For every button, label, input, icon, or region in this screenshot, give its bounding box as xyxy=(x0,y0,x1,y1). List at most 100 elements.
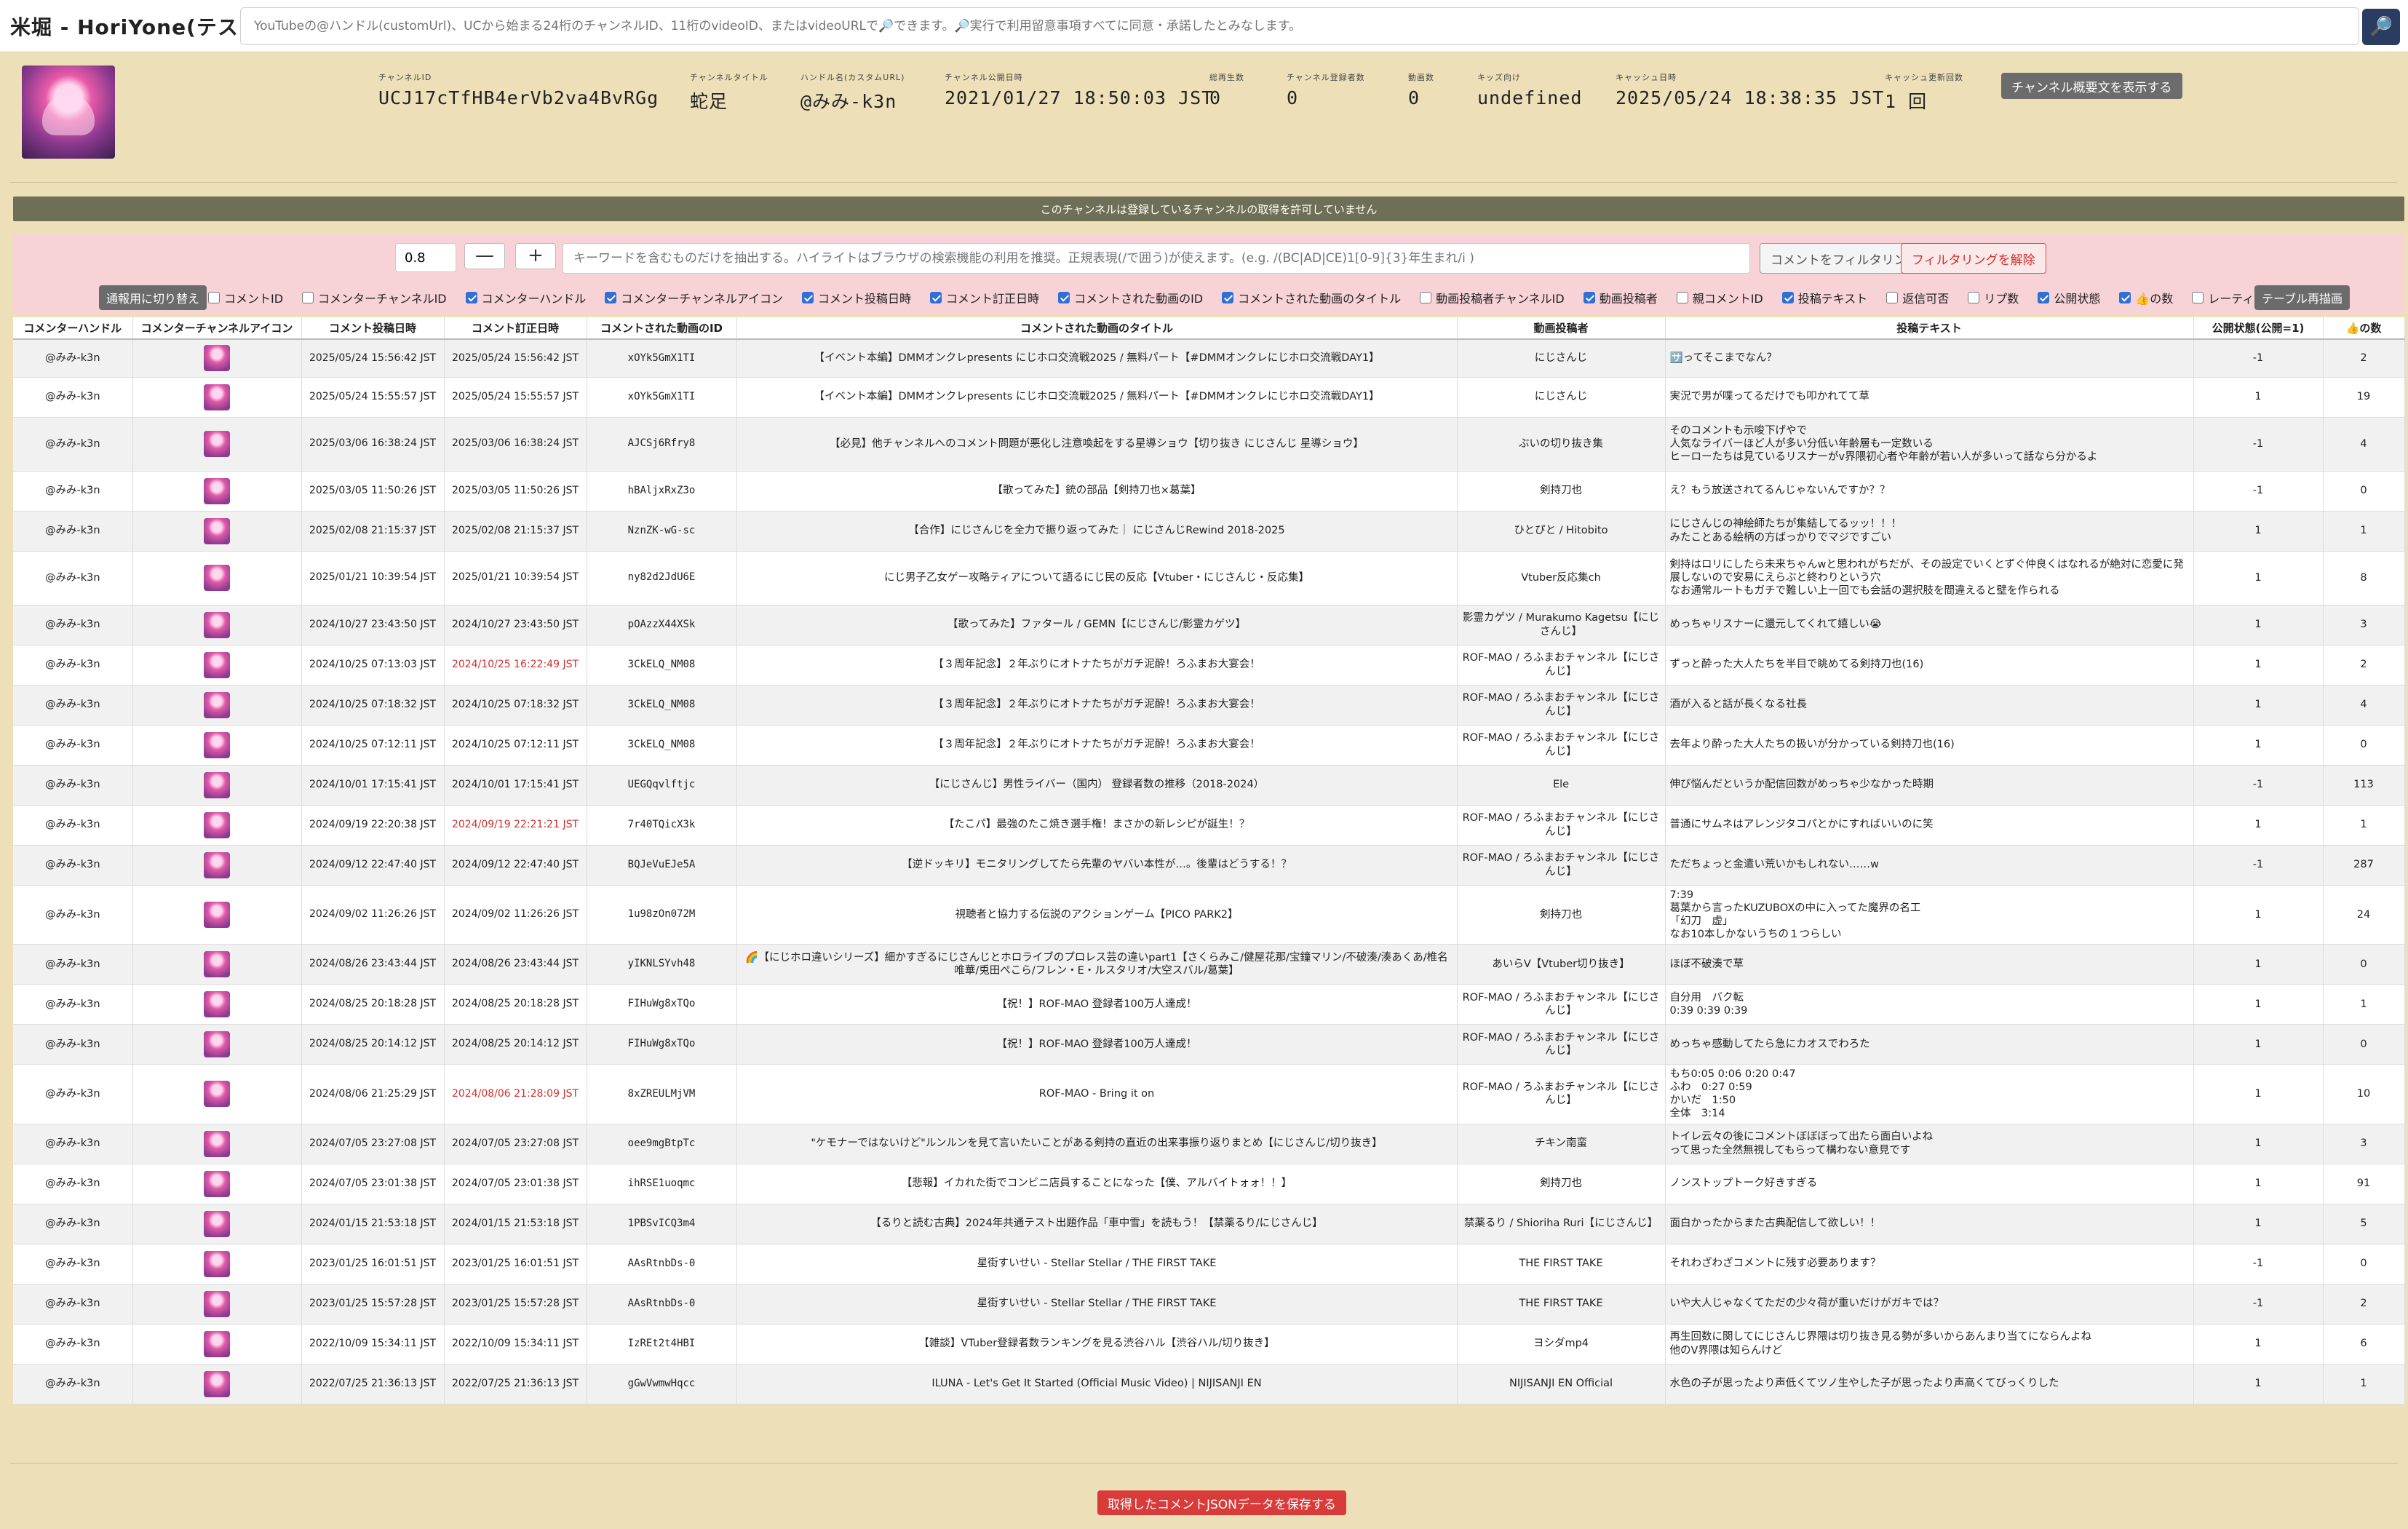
video-title[interactable]: 【るりと読む古典】2024年共通テスト出題作品「車中雪」を読もう！【禁薬るり/に… xyxy=(736,1204,1458,1244)
video-id[interactable]: hBAljxRxZ3o xyxy=(587,471,737,512)
column-header[interactable]: コメンターチャンネルアイコン xyxy=(132,317,302,340)
video-title[interactable]: ROF-MAO - Bring it on xyxy=(736,1064,1458,1124)
video-id[interactable]: UEGQqvlftjc xyxy=(587,765,737,806)
column-option-checkbox[interactable] xyxy=(605,292,617,303)
video-title[interactable]: "ケモナーではないけど"ルンルンを見て言いたいことがある剣持の直近の出来事振り返… xyxy=(736,1124,1458,1164)
show-description-button[interactable]: チャンネル概要文を表示する xyxy=(2001,73,2182,99)
column-option[interactable]: 公開状態 xyxy=(2038,289,2100,306)
column-option[interactable]: 動画投稿者 xyxy=(1583,289,1658,306)
column-header[interactable]: コメントされた動画のID xyxy=(587,317,737,340)
video-id[interactable]: 3CkELQ_NM08 xyxy=(587,685,737,726)
video-id[interactable]: 1PBSvICQ3m4 xyxy=(587,1204,737,1244)
column-option-checkbox[interactable] xyxy=(2038,292,2050,303)
column-option-checkbox[interactable] xyxy=(208,292,220,303)
report-mode-toggle-button[interactable]: 通報用に切り替え xyxy=(99,285,207,310)
video-id[interactable]: FIHuWg8xTQo xyxy=(587,1024,737,1065)
video-title[interactable]: 【雑談】VTuber登録者数ランキングを見る渋谷ハル【渋谷ハル/切り抜き】 xyxy=(736,1324,1458,1365)
video-id[interactable]: IzREt2t4HBI xyxy=(587,1324,737,1365)
column-option[interactable]: 返信可否 xyxy=(1886,289,1949,306)
video-title[interactable]: 【祝！】ROF-MAO 登録者100万人達成！ xyxy=(736,1024,1458,1065)
keyword-filter-input[interactable] xyxy=(563,243,1750,274)
video-id[interactable]: ny82d2JdU6E xyxy=(587,551,737,605)
column-option-checkbox[interactable] xyxy=(2119,292,2131,303)
column-option-checkbox[interactable] xyxy=(302,292,314,303)
video-id[interactable]: xOYk5GmX1TI xyxy=(587,339,737,378)
save-json-button[interactable]: 取得したコメントJSONデータを保存する xyxy=(1097,1490,1346,1515)
video-title[interactable]: 【歌ってみた】ファタール / GEMN【にじさんじ/影霊カゲツ】 xyxy=(736,605,1458,646)
column-header[interactable]: 👍の数 xyxy=(2323,317,2405,340)
column-option-checkbox[interactable] xyxy=(1583,292,1595,303)
video-id[interactable]: pOAzzX44XSk xyxy=(587,605,737,646)
column-option[interactable]: コメンターチャンネルアイコン xyxy=(605,289,783,306)
video-id[interactable]: 3CkELQ_NM08 xyxy=(587,725,737,766)
video-title[interactable]: 【必見】他チャンネルへのコメント問題が悪化し注意喚起をする星導ショウ【切り抜き … xyxy=(736,417,1458,472)
video-id[interactable]: xOYk5GmX1TI xyxy=(587,377,737,418)
column-option[interactable]: コメントされた動画のID xyxy=(1058,289,1203,306)
video-title[interactable]: ILUNA - Let's Get It Started (Official M… xyxy=(736,1364,1458,1405)
search-button[interactable]: 🔎 xyxy=(2362,9,2400,45)
video-title[interactable]: 星街すいせい - Stellar Stellar / THE FIRST TAK… xyxy=(736,1284,1458,1325)
video-id[interactable]: AJCSj6Rfry8 xyxy=(587,417,737,472)
column-option-checkbox[interactable] xyxy=(2192,292,2204,303)
zoom-minus-button[interactable]: — xyxy=(464,243,505,269)
video-title[interactable]: 【逆ドッキリ】モニタリングしてたら先輩のヤバい本性が…。後輩はどうする！？ xyxy=(736,845,1458,886)
column-header[interactable]: コメント投稿日時 xyxy=(301,317,445,340)
column-option-checkbox[interactable] xyxy=(1676,292,1688,303)
column-header[interactable]: コメンターハンドル xyxy=(13,317,133,340)
video-id[interactable]: gGwVwmwHqcc xyxy=(587,1364,737,1405)
column-header[interactable]: 公開状態(公開=1) xyxy=(2193,317,2324,340)
column-header[interactable]: コメントされた動画のタイトル xyxy=(736,317,1458,340)
video-title[interactable]: 【たこパ】最強のたこ焼き選手権！まさかの新レシピが誕生！？ xyxy=(736,805,1458,846)
column-header[interactable]: 投稿テキスト xyxy=(1665,317,2194,340)
video-id[interactable]: yIKNLSYvh48 xyxy=(587,944,737,985)
column-header[interactable]: コメント訂正日時 xyxy=(444,317,587,340)
video-id[interactable]: oee9mgBtpTc xyxy=(587,1124,737,1164)
column-option[interactable]: リプ数 xyxy=(1968,289,2019,306)
column-option-checkbox[interactable] xyxy=(930,292,942,303)
video-id[interactable]: NznZK-wG-sc xyxy=(587,511,737,552)
video-title[interactable]: 星街すいせい - Stellar Stellar / THE FIRST TAK… xyxy=(736,1244,1458,1284)
column-option-checkbox[interactable] xyxy=(465,292,477,303)
video-title[interactable]: 【歌ってみた】銃の部品【剣持刀也×葛葉】 xyxy=(736,471,1458,512)
column-option-checkbox[interactable] xyxy=(1886,292,1899,303)
video-id[interactable]: BQJeVuEJe5A xyxy=(587,845,737,886)
column-option-checkbox[interactable] xyxy=(1968,292,1980,303)
zoom-input[interactable] xyxy=(395,243,456,272)
column-option[interactable]: 👍の数 xyxy=(2119,289,2173,306)
search-input[interactable] xyxy=(240,7,2359,45)
video-title[interactable]: 【イベント本編】DMMオンクレpresents にじホロ交流戦2025 / 無料… xyxy=(736,377,1458,418)
column-option[interactable]: コメントID xyxy=(208,289,283,306)
zoom-plus-button[interactable]: + xyxy=(515,243,556,269)
video-title[interactable]: 【悲報】イカれた街でコンビニ店員することになった【僕、アルバイトォォ！！】 xyxy=(736,1164,1458,1204)
column-option-checkbox[interactable] xyxy=(1781,292,1794,303)
video-id[interactable]: 8xZREULMjVM xyxy=(587,1064,737,1124)
video-title[interactable]: にじ男子乙女ゲー攻略ティアについて語るにじ民の反応【Vtuber・にじさんじ・反… xyxy=(736,551,1458,605)
video-title[interactable]: 【祝！】ROF-MAO 登録者100万人達成！ xyxy=(736,984,1458,1025)
video-id[interactable]: 3CkELQ_NM08 xyxy=(587,645,737,686)
column-option[interactable]: 親コメントID xyxy=(1676,289,1763,306)
video-id[interactable]: 1u98zOn072M xyxy=(587,885,737,945)
redraw-table-button[interactable]: テーブル再描画 xyxy=(2254,285,2351,310)
video-title[interactable]: 【イベント本編】DMMオンクレpresents にじホロ交流戦2025 / 無料… xyxy=(736,339,1458,378)
video-title[interactable]: 視聴者と協力する伝説のアクションゲーム【PICO PARK2】 xyxy=(736,885,1458,945)
video-title[interactable]: 【合作】にじさんじを全力で振り返ってみた｜ にじさんじRewind 2018-2… xyxy=(736,511,1458,552)
column-option[interactable]: コメント投稿日時 xyxy=(802,289,911,306)
video-title[interactable]: 【３周年記念】２年ぶりにオトナたちがガチ泥酔！ろふまお大宴会！ xyxy=(736,725,1458,766)
column-option-checkbox[interactable] xyxy=(802,292,814,303)
video-id[interactable]: ihRSE1uoqmc xyxy=(587,1164,737,1204)
column-option[interactable]: 動画投稿者チャンネルID xyxy=(1420,289,1565,306)
video-title[interactable]: 【３周年記念】２年ぶりにオトナたちがガチ泥酔！ろふまお大宴会！ xyxy=(736,645,1458,686)
video-title[interactable]: 【３周年記念】２年ぶりにオトナたちがガチ泥酔！ろふまお大宴会！ xyxy=(736,685,1458,726)
column-option[interactable]: コメント訂正日時 xyxy=(930,289,1039,306)
video-title[interactable]: 🌈【にじホロ違いシリーズ】細かすぎるにじさんじとホロライブのプロレス芸の違いpa… xyxy=(736,944,1458,985)
video-id[interactable]: 7r40TQicX3k xyxy=(587,805,737,846)
column-option[interactable]: 投稿テキスト xyxy=(1781,289,1867,306)
unfilter-button[interactable]: フィルタリングを解除 xyxy=(1901,243,2046,274)
column-option[interactable]: コメントされた動画のタイトル xyxy=(1222,289,1401,306)
column-option[interactable]: コメンターハンドル xyxy=(465,289,586,306)
video-id[interactable]: FIHuWg8xTQo xyxy=(587,984,737,1025)
column-option[interactable]: コメンターチャンネルID xyxy=(302,289,447,306)
column-option-checkbox[interactable] xyxy=(1420,292,1432,303)
video-id[interactable]: AAsRtnbDs-0 xyxy=(587,1244,737,1284)
column-header[interactable]: 動画投稿者 xyxy=(1457,317,1666,340)
